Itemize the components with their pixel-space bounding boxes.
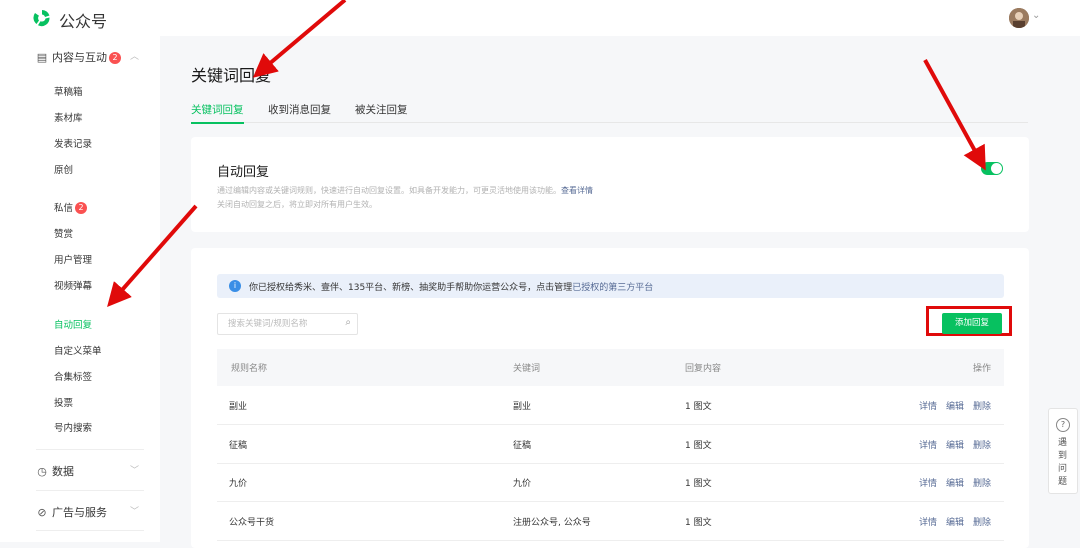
authorized-platforms-link[interactable]: 已授权的第三方平台 [572, 283, 653, 293]
add-reply-button[interactable]: 添加回复 [942, 313, 1002, 334]
view-details-link[interactable]: 查看详情 [561, 186, 593, 195]
chevron-down-icon[interactable]: ﹀ [130, 504, 139, 517]
info-icon: i [229, 280, 241, 292]
tab-message-reply[interactable]: 收到消息回复 [268, 102, 331, 122]
auto-reply-card: 自动回复 通过编辑内容或关键词规则，快速进行自动回复设置。如具备开发能力，可更灵… [191, 137, 1029, 232]
edit-link[interactable]: 编辑 [946, 399, 964, 412]
delete-link[interactable]: 删除 [973, 515, 991, 528]
sidebar-item-publish-history[interactable]: 发表记录 [54, 136, 92, 150]
compass-icon: ⊘ [37, 506, 47, 519]
table-row: 副业 副业 1 图文 详情 编辑 删除 [217, 386, 1004, 425]
rule-name-cell: 公众号干货 [229, 518, 275, 528]
delete-link[interactable]: 删除 [973, 438, 991, 451]
sidebar-item-auto-reply[interactable]: 自动回复 [54, 317, 92, 331]
auto-reply-title: 自动回复 [217, 165, 270, 180]
auto-reply-desc-line2: 关闭自动回复之后，将立即对所有用户生效。 [217, 200, 377, 209]
sidebar-item-user-management[interactable]: 用户管理 [54, 252, 92, 266]
chevron-up-icon[interactable]: ︿ [130, 49, 139, 62]
sidebar-group-data-label: 数据 [52, 465, 74, 478]
tab-bar: 关键词回复 收到消息回复 被关注回复 [191, 102, 1028, 124]
auto-reply-description: 通过编辑内容或关键词规则，快速进行自动回复设置。如具备开发能力，可更灵活地使用该… [217, 184, 593, 212]
help-label: 遇到问题 [1058, 438, 1068, 487]
detail-link[interactable]: 详情 [919, 476, 937, 489]
column-header-rule-name: 规则名称 [231, 364, 268, 374]
auto-reply-desc-line1: 通过编辑内容或关键词规则，快速进行自动回复设置。如具备开发能力，可更灵活地使用该… [217, 186, 561, 195]
sidebar-divider [36, 490, 144, 491]
column-header-keyword: 关键词 [513, 364, 541, 374]
reply-content-cell: 1 图文 [685, 518, 712, 528]
reply-content-cell: 1 图文 [685, 479, 712, 489]
sidebar-item-drafts[interactable]: 草稿箱 [54, 84, 83, 98]
toggle-knob [991, 163, 1002, 174]
table-row: 征稿 征稿 1 图文 详情 编辑 删除 [217, 425, 1004, 464]
delete-link[interactable]: 删除 [973, 476, 991, 489]
sidebar-item-custom-menu[interactable]: 自定义菜单 [54, 343, 102, 357]
sidebar: ▤ 内容与互动 2 ︿ 草稿箱 素材库 发表记录 原创 私信 2 赞赏 用户管理 视频… [0, 36, 160, 542]
table-row: 公众号干货 注册公众号, 公众号 1 图文 详情 编辑 删除 [217, 502, 1004, 541]
rule-name-cell: 征稿 [229, 441, 248, 451]
column-header-reply-content: 回复内容 [685, 364, 722, 374]
chevron-down-icon[interactable]: ⌄ [1032, 10, 1040, 21]
sidebar-item-collection-tags[interactable]: 合集标签 [54, 369, 92, 383]
sidebar-item-inbox[interactable]: 私信 2 [54, 200, 88, 214]
keyword-cell: 注册公众号, 公众号 [513, 518, 591, 528]
delete-link[interactable]: 删除 [973, 399, 991, 412]
reply-content-cell: 1 图文 [685, 441, 712, 451]
authorization-notice: i 你已授权给秀米、壹伴、135平台、新榜、抽奖助手帮助你运营公众号，点击管理已… [217, 274, 1004, 298]
sidebar-group-ads[interactable]: ⊘ 广告与服务 ﹀ [36, 504, 139, 520]
rules-card: i 你已授权给秀米、壹伴、135平台、新榜、抽奖助手帮助你运营公众号，点击管理已… [191, 248, 1029, 548]
sidebar-item-materials[interactable]: 素材库 [54, 110, 83, 124]
keyword-cell: 征稿 [513, 441, 532, 451]
search-input[interactable] [218, 314, 340, 334]
rule-name-cell: 副业 [229, 402, 248, 412]
inbox-badge: 2 [75, 202, 88, 214]
detail-link[interactable]: 详情 [919, 515, 937, 528]
sidebar-item-inbox-label: 私信 [54, 203, 74, 214]
detail-link[interactable]: 详情 [919, 399, 937, 412]
auto-reply-toggle[interactable] [981, 162, 1003, 175]
rule-name-cell: 九价 [229, 479, 248, 489]
keyword-cell: 九价 [513, 479, 532, 489]
notice-text: 你已授权给秀米、壹伴、135平台、新榜、抽奖助手帮助你运营公众号，点击管理已授权… [249, 280, 653, 293]
sidebar-group-content[interactable]: ▤ 内容与互动 2 ︿ [36, 49, 139, 65]
sidebar-divider [36, 530, 144, 531]
sidebar-group-ads-label: 广告与服务 [52, 506, 107, 519]
sidebar-group-data[interactable]: ◷ 数据 ﹀ [36, 463, 139, 479]
detail-link[interactable]: 详情 [919, 438, 937, 451]
search-icon[interactable]: ⌕ [345, 317, 351, 328]
keyword-cell: 副业 [513, 402, 532, 412]
chevron-down-icon[interactable]: ﹀ [130, 463, 139, 476]
document-icon: ▤ [36, 51, 48, 64]
sidebar-item-video-danmaku[interactable]: 视频弹幕 [54, 278, 92, 292]
avatar[interactable] [1009, 8, 1029, 28]
tab-follow-reply[interactable]: 被关注回复 [355, 102, 408, 122]
sidebar-divider [36, 449, 144, 450]
sidebar-item-appreciation[interactable]: 赞赏 [54, 226, 73, 240]
column-header-actions: 操作 [973, 364, 992, 374]
sidebar-group-content-label: 内容与互动 [52, 51, 107, 64]
edit-link[interactable]: 编辑 [946, 438, 964, 451]
rule-search-box: ⌕ [217, 313, 358, 335]
notice-message: 你已授权给秀米、壹伴、135平台、新榜、抽奖助手帮助你运营公众号，点击管理 [249, 283, 573, 293]
table-row: 九价 九价 1 图文 详情 编辑 删除 [217, 463, 1004, 502]
clock-icon: ◷ [37, 465, 47, 478]
reply-content-cell: 1 图文 [685, 402, 712, 412]
edit-link[interactable]: 编辑 [946, 476, 964, 489]
sidebar-item-vote[interactable]: 投票 [54, 395, 73, 409]
brand-title: 公众号 [59, 12, 108, 31]
page-title: 关键词回复 [191, 66, 272, 85]
sidebar-item-original[interactable]: 原创 [54, 162, 73, 176]
wechat-logo-icon [33, 10, 50, 27]
table-header: 规则名称 关键词 回复内容 操作 [217, 349, 1004, 386]
content-badge: 2 [109, 52, 121, 64]
tab-keyword-reply[interactable]: 关键词回复 [191, 102, 244, 124]
question-icon: ? [1056, 418, 1070, 432]
help-widget[interactable]: ? 遇到问题 [1048, 408, 1078, 494]
sidebar-item-in-account-search[interactable]: 号内搜索 [54, 420, 92, 434]
edit-link[interactable]: 编辑 [946, 515, 964, 528]
top-bar: 公众号 ⌄ [0, 0, 1080, 36]
